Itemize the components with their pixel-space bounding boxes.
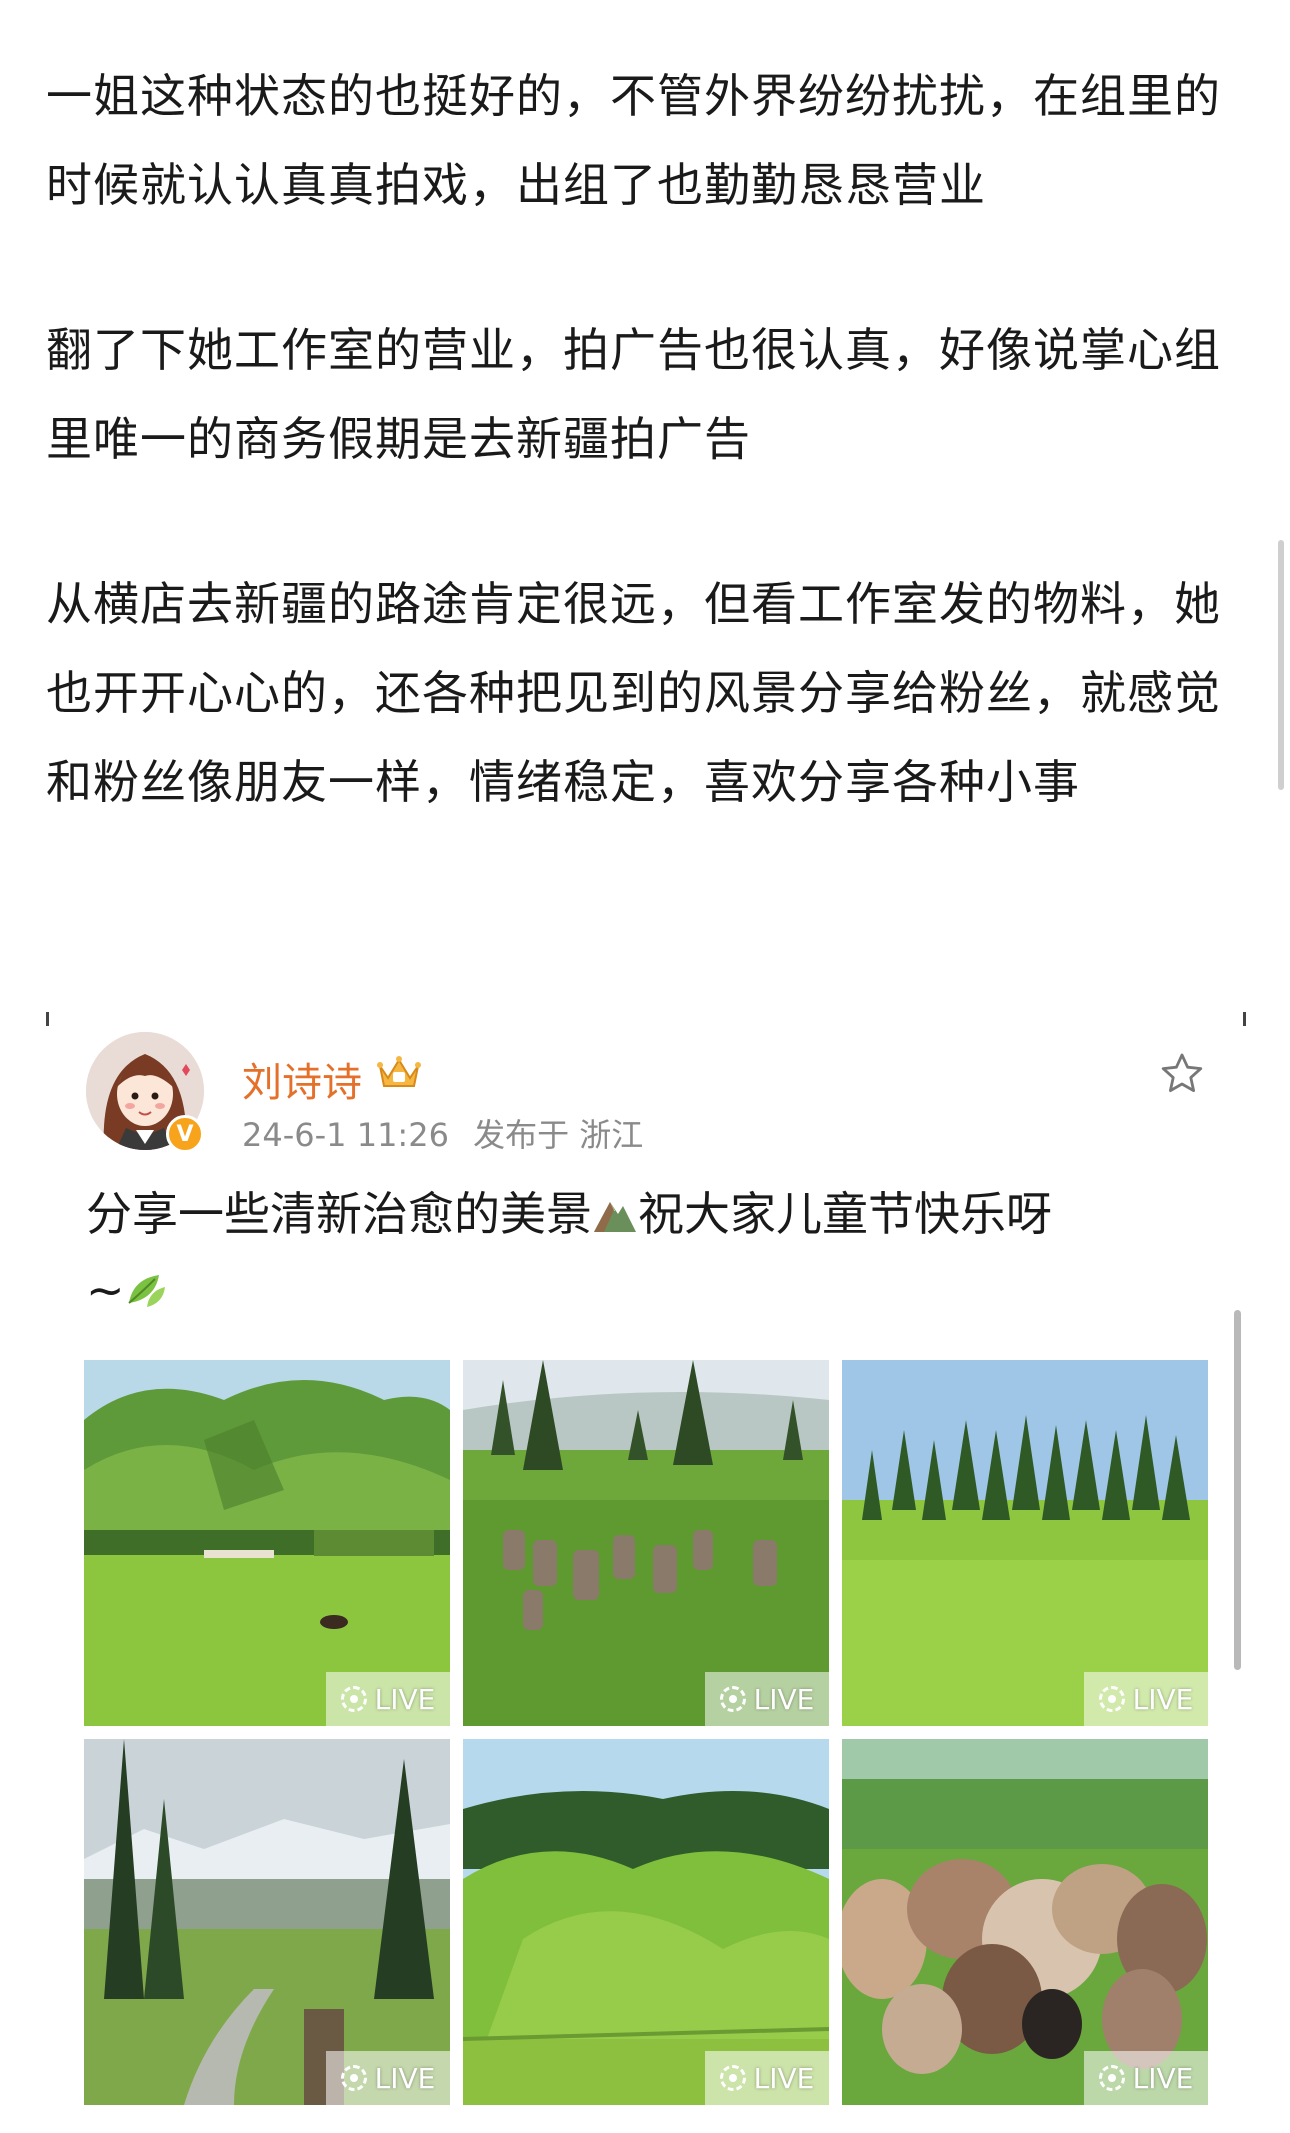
live-label: LIVE: [374, 1682, 436, 1716]
live-ring-icon: [719, 1686, 746, 1712]
post-date: 24-6-1 11:26: [242, 1116, 449, 1154]
page-scrollbar[interactable]: [1278, 540, 1284, 790]
article-paragraph-2: 翻了下她工作室的营业，拍广告也很认真，好像说掌心组里唯一的商务假期是去新疆拍广告: [46, 323, 1221, 466]
photo-thumb-6[interactable]: LIVE: [842, 1739, 1208, 2105]
live-label: LIVE: [1132, 2061, 1194, 2095]
article-body: 一姐这种状态的也挺好的，不管外界纷纷扰扰，在组里的时候就认认真真拍戏，出组了也勤…: [46, 52, 1246, 827]
live-photo-badge: LIVE: [705, 2051, 829, 2105]
photo-thumb-4[interactable]: LIVE: [84, 1739, 450, 2105]
live-photo-badge: LIVE: [1084, 1672, 1208, 1726]
post-scrollbar[interactable]: [1234, 1310, 1241, 1670]
live-photo-badge: LIVE: [1084, 2051, 1208, 2105]
post-text-main: 分享一些清新治愈的美景: [86, 1187, 592, 1241]
live-ring-icon: [1098, 2065, 1125, 2091]
live-photo-badge: LIVE: [705, 1672, 829, 1726]
post-meta: 24-6-1 11:26 发布于 浙江: [242, 1110, 643, 1156]
photo-thumb-3[interactable]: LIVE: [842, 1360, 1208, 1726]
live-label: LIVE: [374, 2061, 436, 2095]
username[interactable]: 刘诗诗: [242, 1050, 362, 1108]
favorite-star-icon[interactable]: [1158, 1050, 1206, 1102]
leaf-emoji-icon: [125, 1257, 169, 1329]
photo-thumb-2[interactable]: LIVE: [463, 1360, 829, 1726]
live-photo-badge: LIVE: [326, 2051, 450, 2105]
verified-badge-icon: V: [166, 1115, 204, 1153]
photo-thumb-1[interactable]: LIVE: [84, 1360, 450, 1726]
live-label: LIVE: [1132, 1682, 1194, 1716]
live-ring-icon: [340, 1686, 367, 1712]
post-location: 发布于 浙江: [473, 1116, 644, 1154]
live-label: LIVE: [753, 2061, 815, 2095]
live-ring-icon: [340, 2065, 367, 2091]
vip-crown-icon: [376, 1054, 422, 1094]
photo-thumb-5[interactable]: LIVE: [463, 1739, 829, 2105]
live-photo-badge: LIVE: [326, 1672, 450, 1726]
live-ring-icon: [719, 2065, 746, 2091]
article-paragraph-3: 从横店去新疆的路途肯定很远，但看工作室发的物料，她也开开心心的，还各种把见到的风…: [46, 577, 1221, 809]
post-text: 分享一些清新治愈的美景 祝大家儿童节快乐呀 ~: [86, 1178, 1226, 1329]
weibo-post-card: V 刘诗诗 24-6-1 11:26 发布于 浙江 分享一些清新治愈的美景 祝大家…: [46, 1010, 1246, 2133]
live-ring-icon: [1098, 1686, 1125, 1712]
post-text-greeting: 祝大家儿童节快乐呀: [638, 1187, 1052, 1241]
mountain-emoji-icon: [592, 1182, 638, 1254]
post-text-tilde: ~: [86, 1262, 125, 1317]
article-paragraph-1: 一姐这种状态的也挺好的，不管外界纷纷扰扰，在组里的时候就认认真真拍戏，出组了也勤…: [46, 69, 1221, 212]
live-label: LIVE: [753, 1682, 815, 1716]
